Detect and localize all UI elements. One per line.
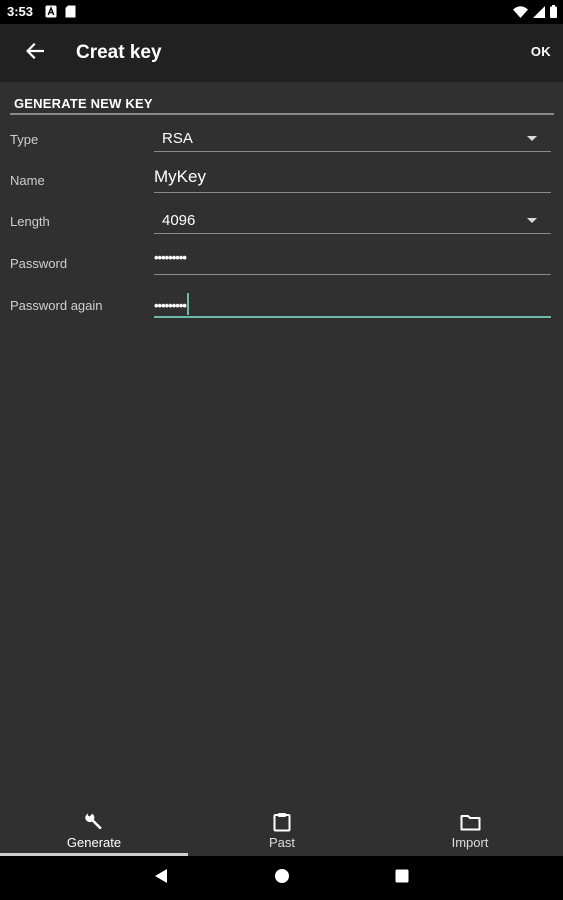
type-value: RSA [162,130,193,147]
status-left-icons [45,5,76,23]
password-again-label: Password again [10,298,103,313]
bottom-navigation: Generate Past Import [0,800,563,856]
status-right-icons [513,5,557,23]
nav-label-generate: Generate [66,835,122,850]
type-select[interactable]: RSA [154,122,551,152]
battery-icon [550,5,557,23]
recents-square-icon [395,869,409,888]
app-bar: Creat key OK [0,24,563,82]
wifi-icon [513,5,528,23]
section-header: GENERATE NEW KEY [10,95,554,115]
notification-a-icon [45,5,57,23]
wrench-icon [83,811,105,833]
password-value: ••••••••• [154,250,187,265]
name-input[interactable]: MyKey [154,163,551,193]
password-label: Password [10,256,68,271]
nav-item-generate[interactable]: Generate [0,800,188,856]
status-time: 3:53 [7,4,34,19]
back-button[interactable] [20,38,50,68]
section-title: GENERATE NEW KEY [14,96,153,111]
type-label: Type [10,132,39,147]
name-row: Name MyKey [0,163,563,203]
folder-icon [459,811,481,833]
name-value: MyKey [154,167,206,186]
page-title: Creat key [76,42,162,63]
nav-item-import[interactable]: Import [376,800,563,856]
nav-label-past: Past [268,835,295,850]
length-row: Length 4096 [0,204,563,244]
back-triangle-icon [154,868,168,889]
chevron-down-icon [527,218,537,223]
ok-button[interactable]: OK [531,44,551,59]
length-value: 4096 [162,212,196,229]
password-again-value-wrap: ••••••••• [154,293,189,315]
arrow-back-icon [25,42,45,64]
home-circle-icon [274,868,290,889]
system-recents-button[interactable] [392,868,412,888]
name-label: Name [10,173,45,188]
clipboard-icon [271,811,293,833]
cell-signal-icon [533,5,545,23]
length-label: Length [10,214,50,229]
length-select[interactable]: 4096 [154,204,551,234]
password-input[interactable]: ••••••••• [154,245,551,275]
password-again-input[interactable]: ••••••••• [154,288,551,318]
password-row: Password ••••••••• [0,245,563,285]
system-back-button[interactable] [151,868,171,888]
type-row: Type RSA [0,122,563,162]
nav-item-past[interactable]: Past [188,800,376,856]
password-again-row: Password again ••••••••• [0,288,563,328]
system-home-button[interactable] [272,868,292,888]
chevron-down-icon [527,136,537,141]
system-navigation-bar [0,856,563,900]
status-bar: 3:53 [0,0,563,24]
sd-card-icon [65,5,76,23]
text-cursor [186,293,189,315]
nav-label-import: Import [451,835,489,850]
password-again-value: ••••••••• [154,298,187,313]
